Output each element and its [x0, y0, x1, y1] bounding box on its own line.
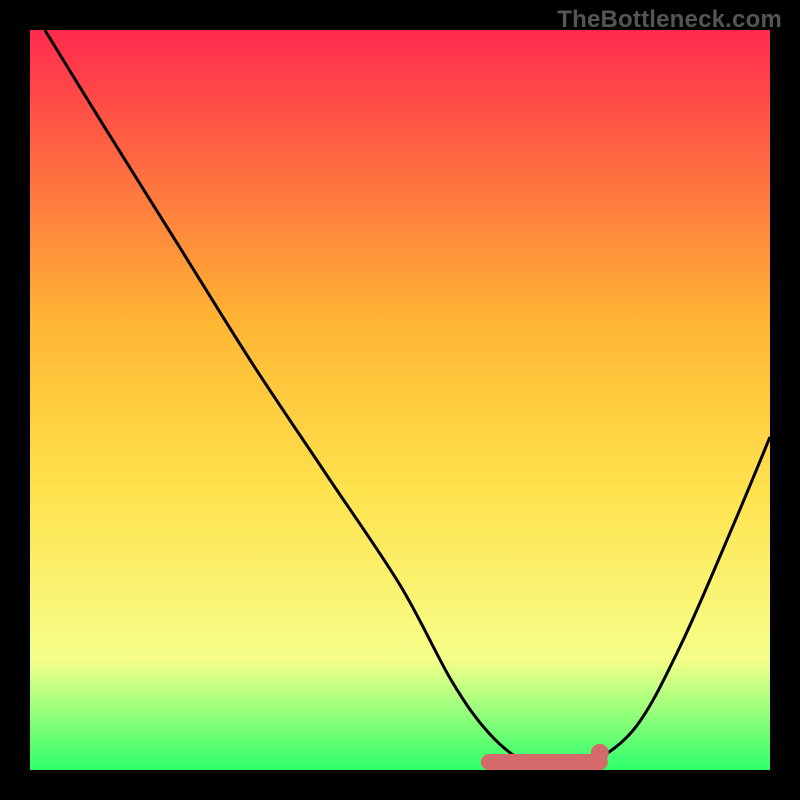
- plot-area: [30, 30, 770, 770]
- optimal-end-marker: [591, 744, 609, 762]
- gradient-background: [30, 30, 770, 770]
- chart-svg: [30, 30, 770, 770]
- chart-frame: TheBottleneck.com: [0, 0, 800, 800]
